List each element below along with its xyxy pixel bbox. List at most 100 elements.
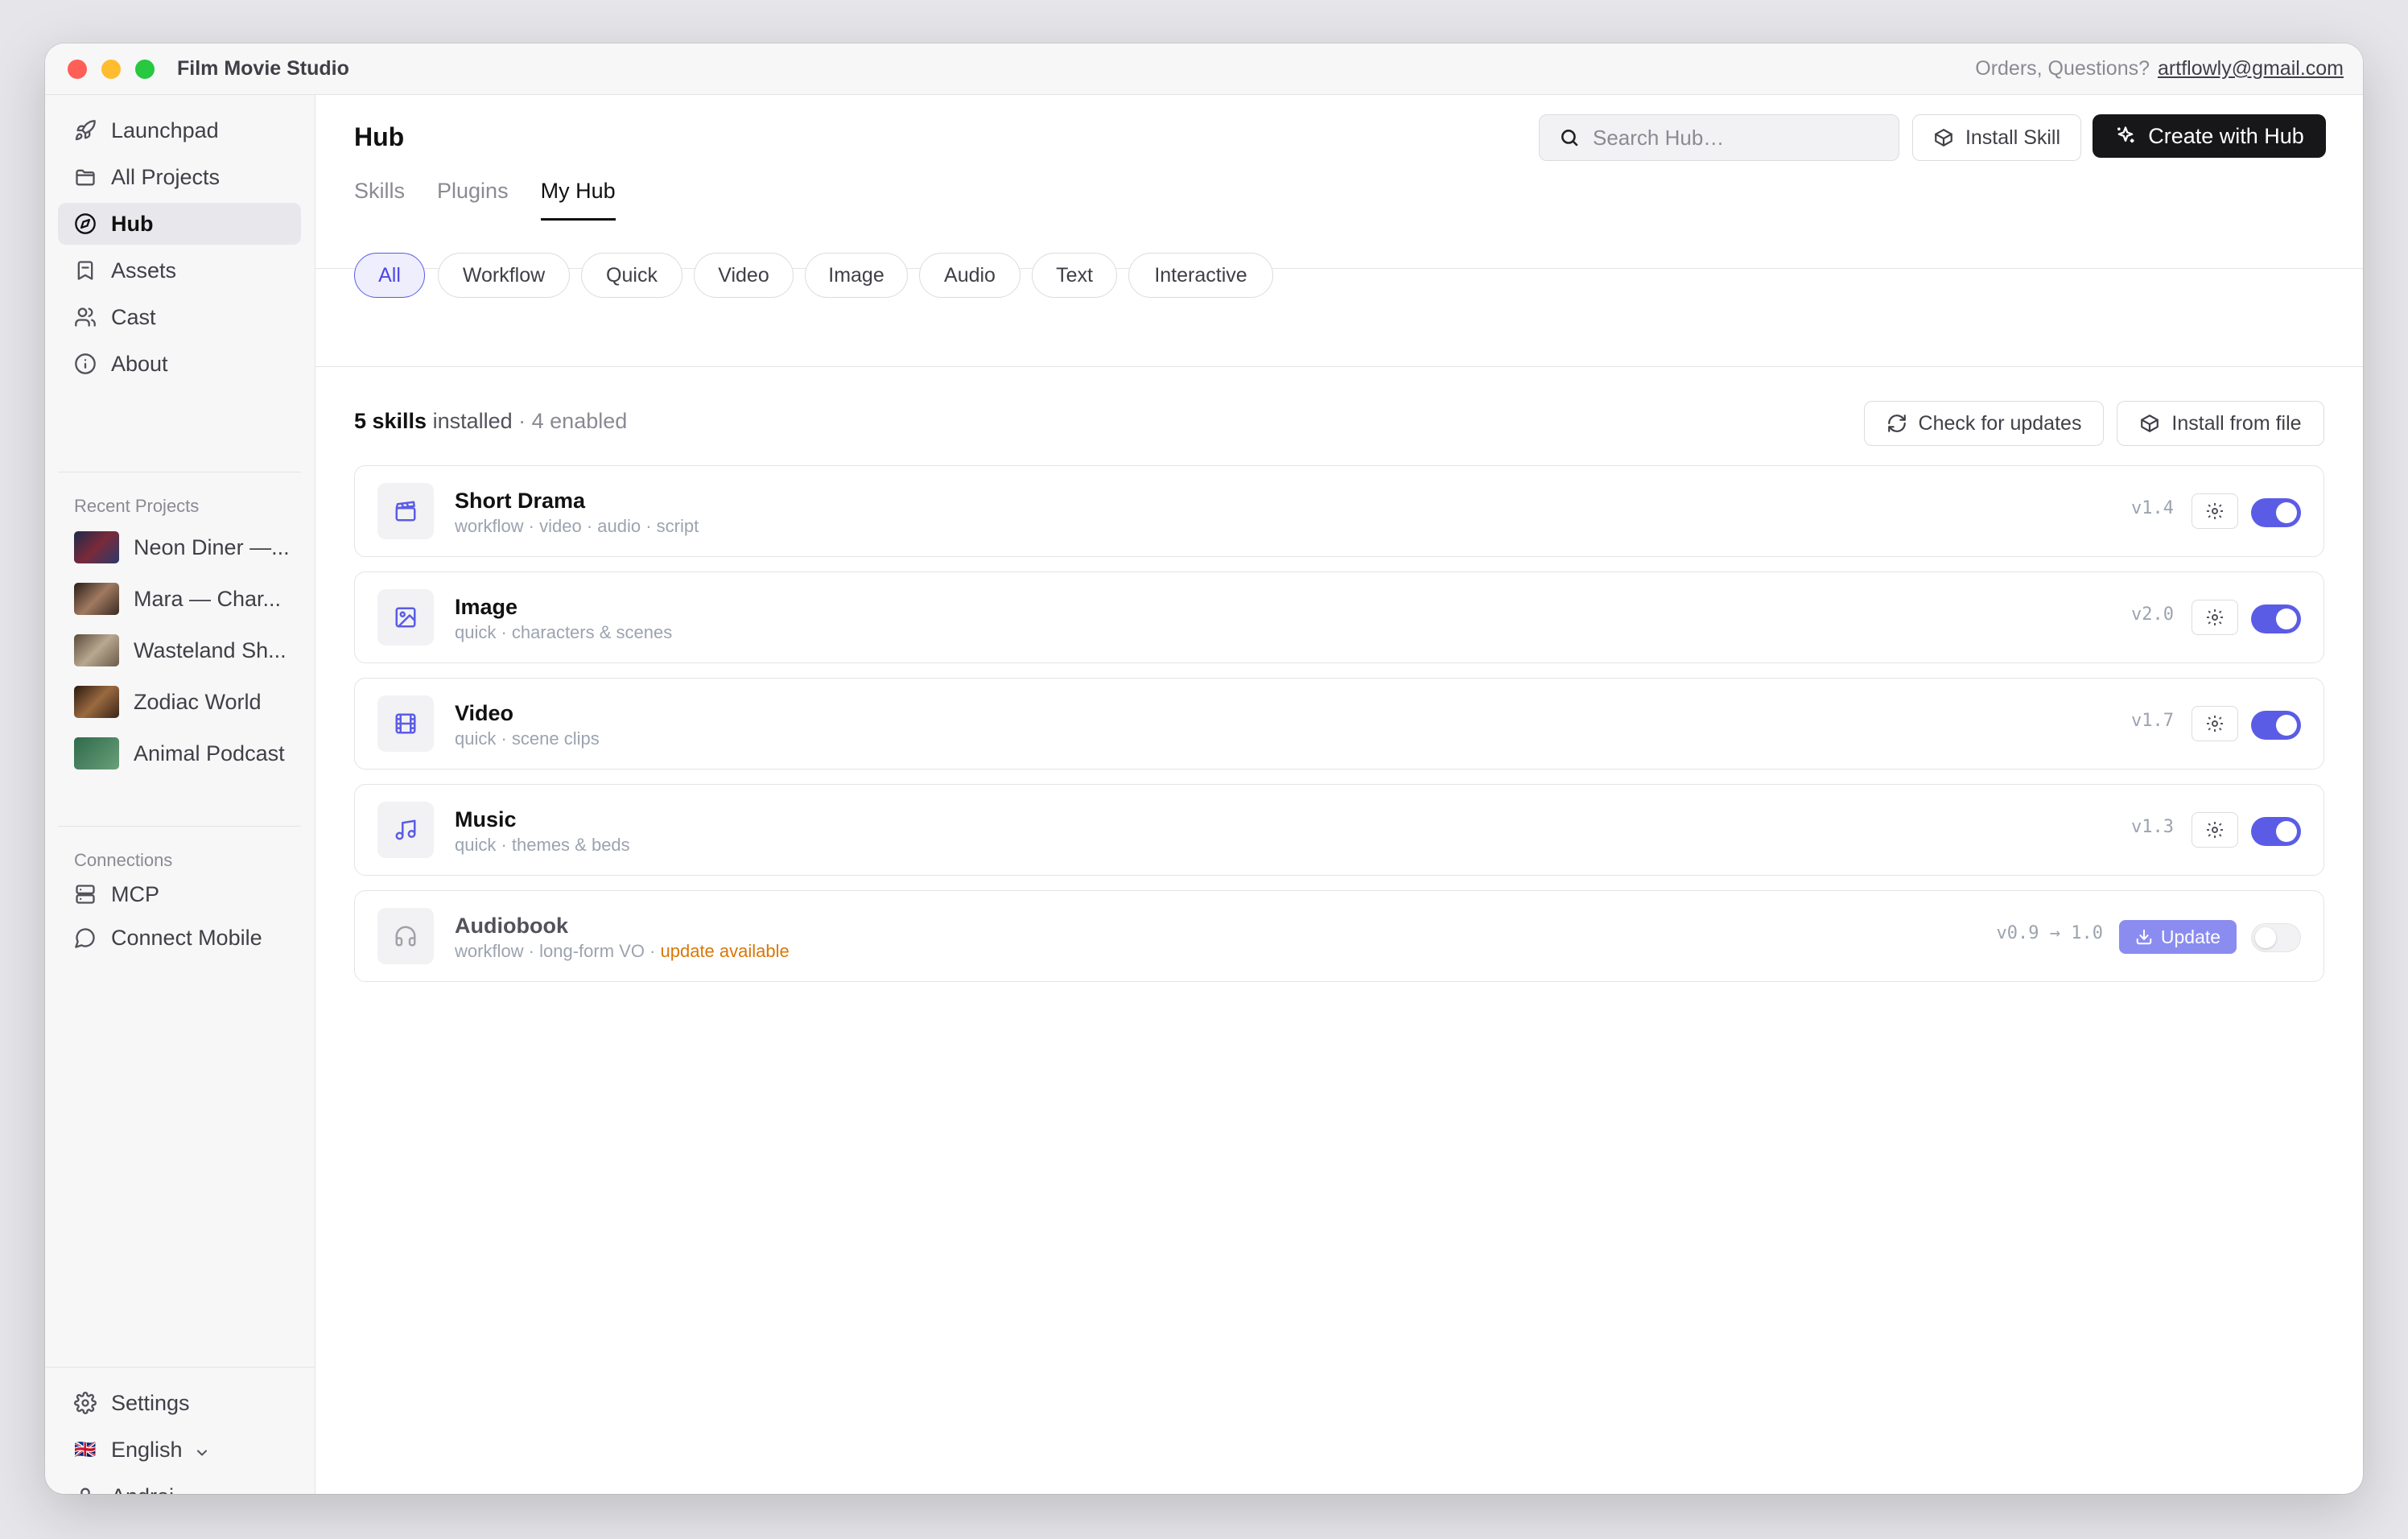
skill-enable-toggle[interactable]: [2251, 817, 2301, 846]
install-from-file-label: Install from file: [2171, 411, 2302, 435]
skill-card-image: Image quick · characters & scenes v2.0: [354, 571, 2324, 663]
sidebar-item-label: Cast: [111, 304, 156, 329]
recent-project-label: Mara — Char...: [134, 586, 282, 611]
skill-settings-button[interactable]: [2192, 600, 2238, 635]
skill-settings-button[interactable]: [2192, 493, 2238, 529]
sidebar-item-label: About: [111, 351, 168, 376]
page-title: Hub: [354, 122, 405, 151]
chevron-down-icon: [194, 1442, 210, 1458]
filter-chip-audio[interactable]: Audio: [919, 253, 1021, 298]
update-label: Update: [2160, 926, 2221, 947]
tab-skills[interactable]: Skills: [354, 179, 405, 221]
update-skill-button[interactable]: Update: [2119, 920, 2237, 954]
skill-tags: quick · scene clips: [455, 728, 600, 749]
recent-project-item[interactable]: Animal Podcast: [74, 736, 307, 771]
install-skill-button[interactable]: Install Skill: [1912, 114, 2081, 161]
sparkle-icon: [2117, 126, 2134, 143]
sidebar-item-label: MCP: [111, 881, 159, 906]
bookmark-icon: [74, 259, 97, 282]
rocket-icon: [74, 119, 97, 142]
filter-chip-workflow[interactable]: Workflow: [438, 253, 570, 298]
music-icon: [377, 802, 434, 858]
skill-name: Music: [455, 807, 517, 831]
skill-tags: quick · characters & scenes: [455, 622, 673, 642]
sidebar-item-assets[interactable]: Assets: [58, 250, 301, 291]
search-input[interactable]: Search Hub…: [1539, 114, 1899, 161]
sidebar-item-launchpad[interactable]: Launchpad: [58, 109, 301, 151]
skill-name: Video: [455, 701, 514, 725]
filter-chip-quick[interactable]: Quick: [581, 253, 682, 298]
recent-project-label: Zodiac World: [134, 689, 262, 714]
filter-chip-interactive[interactable]: Interactive: [1128, 253, 1273, 298]
users-icon: [74, 306, 97, 328]
recent-project-item[interactable]: Neon Diner —...: [74, 530, 307, 565]
contact-label: Orders, Questions?: [1975, 57, 2150, 80]
skill-enable-toggle[interactable]: [2251, 498, 2301, 527]
check-updates-button[interactable]: Check for updates: [1864, 401, 2104, 446]
filter-chip-text[interactable]: Text: [1032, 253, 1117, 298]
install-skill-label: Install Skill: [1965, 126, 2061, 149]
skill-tags: workflow · long-form VO · update availab…: [455, 941, 790, 962]
chat-icon: [74, 926, 97, 949]
gear-icon: [2207, 609, 2223, 625]
sidebar-item-user[interactable]: Andrej: [58, 1476, 301, 1494]
sidebar-item-about[interactable]: About: [58, 343, 301, 385]
filter-chip-image[interactable]: Image: [805, 253, 908, 298]
skill-name: Short Drama: [455, 489, 586, 513]
recent-project-item[interactable]: Wasteland Sh...: [74, 633, 307, 668]
sidebar-item-settings[interactable]: Settings: [58, 1383, 301, 1423]
gear-icon: [2207, 503, 2223, 519]
headphones-icon: [377, 908, 434, 964]
connections-heading: Connections: [74, 850, 173, 870]
close-window-button[interactable]: [68, 59, 87, 79]
contact-email-link[interactable]: artflowly@gmail.com: [2158, 57, 2344, 80]
language-label: English: [111, 1437, 183, 1462]
main-content: Hub Search Hub… Install Skill Create wit…: [315, 95, 2363, 1494]
skill-enable-toggle[interactable]: [2251, 923, 2301, 952]
project-thumbnail: [74, 737, 119, 770]
skill-name: Audiobook: [455, 914, 568, 938]
sidebar-item-all-projects[interactable]: All Projects: [58, 156, 301, 198]
filter-chip-all[interactable]: All: [354, 253, 425, 298]
install-from-file-button[interactable]: Install from file: [2117, 401, 2324, 446]
skill-card-music: Music quick · themes & beds v1.3: [354, 784, 2324, 876]
skill-settings-button[interactable]: [2192, 706, 2238, 741]
project-thumbnail: [74, 531, 119, 563]
clapperboard-icon: [377, 483, 434, 539]
download-icon: [2136, 929, 2152, 945]
tab-plugins[interactable]: Plugins: [437, 179, 509, 221]
skill-enable-toggle[interactable]: [2251, 604, 2301, 633]
gear-icon: [2207, 716, 2223, 732]
filter-chip-video[interactable]: Video: [694, 253, 794, 298]
recent-project-label: Wasteland Sh...: [134, 637, 287, 662]
search-placeholder: Search Hub…: [1593, 125, 1725, 150]
maximize-window-button[interactable]: [135, 59, 155, 79]
user-icon: [74, 1485, 97, 1494]
sidebar-item-mcp[interactable]: MCP: [58, 876, 301, 913]
gear-icon: [74, 1392, 97, 1414]
skill-enable-toggle[interactable]: [2251, 711, 2301, 740]
skills-count: 5 skills: [354, 409, 427, 433]
tab-my-hub[interactable]: My Hub: [540, 179, 616, 221]
sidebar-item-connect-mobile[interactable]: Connect Mobile: [58, 919, 301, 956]
skill-settings-button[interactable]: [2192, 812, 2238, 848]
skill-version: v2.0: [2131, 604, 2174, 625]
create-with-hub-button[interactable]: Create with Hub: [2093, 114, 2326, 158]
package-icon: [1935, 129, 1952, 146]
recent-project-item[interactable]: Zodiac World: [74, 684, 307, 720]
user-name: Andrej: [111, 1484, 174, 1495]
uk-flag-icon: 🇬🇧: [74, 1439, 97, 1459]
gear-icon: [2207, 822, 2223, 838]
recent-project-item[interactable]: Mara — Char...: [74, 581, 307, 617]
minimize-window-button[interactable]: [101, 59, 121, 79]
language-selector[interactable]: 🇬🇧 English: [58, 1430, 301, 1470]
compass-icon: [74, 212, 97, 235]
sidebar-item-cast[interactable]: Cast: [58, 296, 301, 338]
sidebar-item-hub[interactable]: Hub: [58, 203, 301, 245]
app-window: Film Movie Studio Orders, Questions? artf…: [45, 43, 2363, 1494]
tab-bar: Skills Plugins My Hub: [354, 179, 616, 221]
window-controls: [68, 59, 155, 79]
sidebar-item-label: Settings: [111, 1390, 190, 1415]
skill-card-short-drama: Short Drama workflow · video · audio · s…: [354, 465, 2324, 557]
sidebar-item-label: All Projects: [111, 164, 221, 189]
